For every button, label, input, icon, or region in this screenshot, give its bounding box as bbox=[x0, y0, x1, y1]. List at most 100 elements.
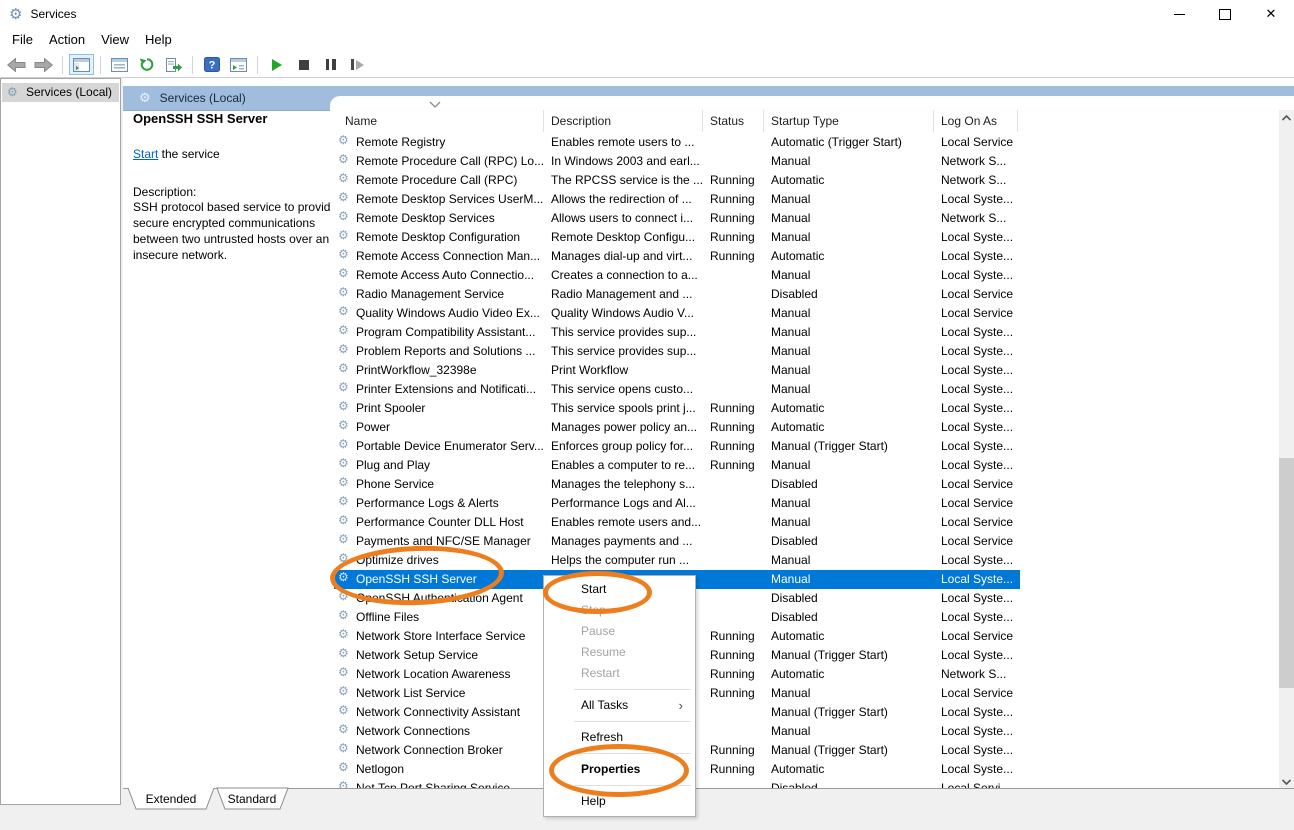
context-menu-item-resume[interactable]: Resume bbox=[544, 642, 695, 663]
context-menu-item-pause[interactable]: Pause bbox=[544, 621, 695, 642]
table-row[interactable]: ⚙Network Location AwarenessRunningAutoma… bbox=[330, 665, 1279, 684]
tab-extended-label[interactable]: Extended bbox=[146, 792, 197, 806]
column-divider[interactable] bbox=[763, 110, 764, 132]
scroll-up-icon[interactable] bbox=[1279, 110, 1294, 125]
context-menu-item-stop[interactable]: Stop bbox=[544, 600, 695, 621]
table-row[interactable]: ⚙Remote Access Connection Man...Manages … bbox=[330, 247, 1279, 266]
refresh-icon[interactable] bbox=[134, 54, 159, 75]
column-header-description[interactable]: Description bbox=[551, 110, 611, 133]
table-row[interactable]: ⚙Remote Desktop ServicesAllows users to … bbox=[330, 209, 1279, 228]
table-row[interactable]: ⚙Quality Windows Audio Video Ex...Qualit… bbox=[330, 304, 1279, 323]
column-header-status[interactable]: Status bbox=[710, 110, 744, 133]
table-row[interactable]: ⚙OpenSSH Authentication AgentDisabledLoc… bbox=[330, 589, 1279, 608]
title-bar[interactable]: ⚙ Services ✕ bbox=[0, 0, 1294, 28]
table-row[interactable]: ⚙Network Store Interface ServiceRunningA… bbox=[330, 627, 1279, 646]
back-arrow-icon[interactable] bbox=[4, 54, 29, 75]
minimize-button[interactable] bbox=[1156, 0, 1202, 28]
table-row[interactable]: ⚙Remote Desktop Services UserM...Allows … bbox=[330, 190, 1279, 209]
help-icon[interactable]: ? bbox=[199, 54, 224, 75]
context-menu-item-help[interactable]: Help bbox=[544, 791, 695, 812]
table-row[interactable]: ⚙NetlogonRunningAutomaticLocal Syste... bbox=[330, 760, 1279, 779]
cell-name: Network Location Awareness bbox=[356, 665, 511, 684]
cell-description: This service opens custo... bbox=[551, 380, 693, 399]
stop-service-icon[interactable] bbox=[291, 54, 316, 75]
table-row[interactable]: ⚙Radio Management ServiceRadio Managemen… bbox=[330, 285, 1279, 304]
column-divider[interactable] bbox=[1017, 110, 1018, 132]
table-row[interactable]: ⚙Network Connection BrokerRunningManual … bbox=[330, 741, 1279, 760]
table-row[interactable]: ⚙PrintWorkflow_32398ePrint WorkflowManua… bbox=[330, 361, 1279, 380]
context-menu-item-refresh[interactable]: Refresh bbox=[544, 727, 695, 748]
properties-window-icon[interactable] bbox=[107, 54, 132, 75]
table-row[interactable]: ⚙Performance Counter DLL HostEnables rem… bbox=[330, 513, 1279, 532]
menu-file[interactable]: File bbox=[4, 28, 41, 52]
vertical-scrollbar[interactable] bbox=[1279, 110, 1294, 789]
service-gear-icon: ⚙ bbox=[338, 761, 349, 773]
cell-startup-type: Manual (Trigger Start) bbox=[771, 703, 888, 722]
service-gear-icon: ⚙ bbox=[338, 704, 349, 716]
menu-action[interactable]: Action bbox=[41, 28, 93, 52]
menu-view[interactable]: View bbox=[93, 28, 137, 52]
description-label: Description: bbox=[133, 185, 196, 199]
column-header-name[interactable]: Name bbox=[345, 110, 377, 133]
show-console-tree-icon[interactable] bbox=[69, 54, 94, 75]
table-row[interactable]: ⚙Remote Desktop ConfigurationRemote Desk… bbox=[330, 228, 1279, 247]
cell-name: Plug and Play bbox=[356, 456, 430, 475]
table-row[interactable]: ⚙Problem Reports and Solutions ...This s… bbox=[330, 342, 1279, 361]
table-row[interactable]: ⚙Program Compatibility Assistant...This … bbox=[330, 323, 1279, 342]
table-row[interactable]: ⚙OpenSSH SSH ServerManualLocal Syste... bbox=[330, 570, 1279, 589]
column-header-logon[interactable]: Log On As bbox=[941, 110, 997, 133]
table-row[interactable]: ⚙Portable Device Enumerator Serv...Enfor… bbox=[330, 437, 1279, 456]
context-menu-item-all-tasks[interactable]: All Tasks› bbox=[544, 695, 695, 716]
cell-description: In Windows 2003 and earl... bbox=[551, 152, 700, 171]
table-row[interactable]: ⚙Network List ServiceRunningManualLocal … bbox=[330, 684, 1279, 703]
cell-log-on-as: Network S... bbox=[941, 152, 1006, 171]
table-row[interactable]: ⚙Optimize drivesHelps the computer run .… bbox=[330, 551, 1279, 570]
forward-arrow-icon[interactable] bbox=[31, 54, 56, 75]
table-row[interactable]: ⚙Payments and NFC/SE ManagerManages paym… bbox=[330, 532, 1279, 551]
table-row[interactable]: ⚙Remote RegistryEnables remote users to … bbox=[330, 133, 1279, 152]
maximize-button[interactable] bbox=[1202, 0, 1248, 28]
column-divider[interactable] bbox=[702, 110, 703, 132]
cell-name: Printer Extensions and Notificati... bbox=[356, 380, 536, 399]
table-row[interactable]: ⚙Remote Access Auto Connectio...Creates … bbox=[330, 266, 1279, 285]
context-menu-item-start[interactable]: Start bbox=[544, 579, 695, 600]
start-service-icon[interactable] bbox=[264, 54, 289, 75]
start-service-link[interactable]: Start bbox=[133, 147, 158, 161]
pause-service-icon[interactable] bbox=[318, 54, 343, 75]
export-list-icon[interactable] bbox=[161, 54, 186, 75]
scroll-down-icon[interactable] bbox=[1279, 774, 1294, 789]
service-gear-icon: ⚙ bbox=[338, 533, 349, 545]
cell-name: Remote Access Auto Connectio... bbox=[356, 266, 534, 285]
column-divider[interactable] bbox=[543, 110, 544, 132]
restart-service-icon[interactable] bbox=[345, 54, 370, 75]
extended-view-icon[interactable] bbox=[226, 54, 251, 75]
table-row[interactable]: ⚙Remote Procedure Call (RPC)The RPCSS se… bbox=[330, 171, 1279, 190]
table-row[interactable]: ⚙Print SpoolerThis service spools print … bbox=[330, 399, 1279, 418]
cell-log-on-as: Local Syste... bbox=[941, 456, 1013, 475]
table-row[interactable]: ⚙Network ConnectionsManualLocal Syste... bbox=[330, 722, 1279, 741]
table-row[interactable]: ⚙Offline FilesDisabledLocal Syste... bbox=[330, 608, 1279, 627]
service-gear-icon: ⚙ bbox=[338, 267, 349, 279]
context-menu-item-restart[interactable]: Restart bbox=[544, 663, 695, 684]
table-row[interactable]: ⚙Network Connectivity AssistantManual (T… bbox=[330, 703, 1279, 722]
table-row[interactable]: ⚙Phone ServiceManages the telephony s...… bbox=[330, 475, 1279, 494]
close-button[interactable]: ✕ bbox=[1248, 0, 1294, 28]
table-row[interactable]: ⚙Plug and PlayEnables a computer to re..… bbox=[330, 456, 1279, 475]
tab-standard-label[interactable]: Standard bbox=[228, 792, 277, 806]
cell-startup-type: Manual bbox=[771, 266, 810, 285]
table-row[interactable]: ⚙Network Setup ServiceRunningManual (Tri… bbox=[330, 646, 1279, 665]
table-row[interactable]: ⚙ Printer Extensions and Notificati... Thi… bbox=[330, 380, 1279, 399]
sort-descending-icon[interactable] bbox=[429, 101, 441, 109]
menu-help[interactable]: Help bbox=[137, 28, 180, 52]
cell-name: Quality Windows Audio Video Ex... bbox=[356, 304, 540, 323]
column-header-startup[interactable]: Startup Type bbox=[771, 110, 839, 133]
context-menu-item-properties[interactable]: Properties bbox=[544, 759, 695, 780]
service-gear-icon: ⚙ bbox=[338, 381, 349, 393]
table-row[interactable]: ⚙Performance Logs & AlertsPerformance Lo… bbox=[330, 494, 1279, 513]
scrollbar-thumb[interactable] bbox=[1279, 458, 1294, 688]
table-row[interactable]: ⚙PowerManages power policy an...RunningA… bbox=[330, 418, 1279, 437]
tree-item-services-local[interactable]: ⚙ Services (Local) bbox=[2, 83, 119, 102]
cell-startup-type: Manual bbox=[771, 551, 810, 570]
column-divider[interactable] bbox=[933, 110, 934, 132]
table-row[interactable]: ⚙Remote Procedure Call (RPC) Lo...In Win… bbox=[330, 152, 1279, 171]
